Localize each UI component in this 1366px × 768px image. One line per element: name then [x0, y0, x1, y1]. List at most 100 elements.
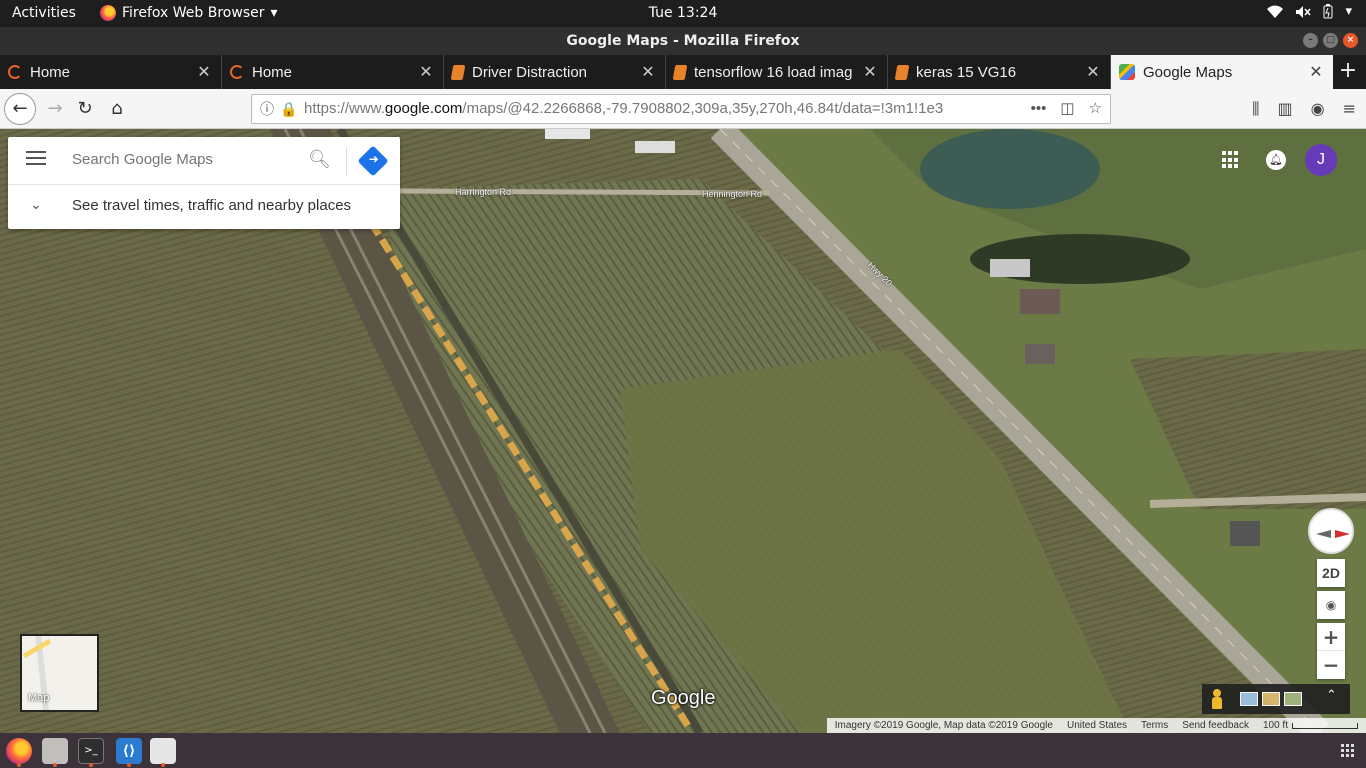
- url-path: /maps/@42.2266868,-79.7908802,309a,35y,2…: [462, 100, 944, 117]
- url-domain: google.com: [384, 100, 463, 117]
- files-dock-icon[interactable]: [42, 738, 68, 764]
- show-applications-icon[interactable]: [1341, 744, 1354, 757]
- search-icon[interactable]: 🔍︎: [308, 149, 331, 170]
- my-location-icon[interactable]: ◉: [1317, 591, 1345, 619]
- pocket-icon[interactable]: ◫: [1060, 95, 1074, 123]
- tab-close-icon[interactable]: ✕: [859, 62, 881, 82]
- pegman-icon[interactable]: [1212, 689, 1222, 709]
- imagery-attribution: Imagery ©2019 Google, Map data ©2019 Goo…: [834, 720, 1053, 731]
- dock: >_ ⟨⟩: [0, 733, 1366, 768]
- tab-label: tensorflow 16 load imag: [694, 63, 853, 81]
- tab-label: Google Maps: [1143, 63, 1233, 81]
- tab-home-1[interactable]: Home ✕: [0, 55, 222, 89]
- tab-close-icon[interactable]: ✕: [193, 62, 215, 82]
- tab-tensorflow[interactable]: tensorflow 16 load imag ✕: [666, 55, 888, 89]
- divider: [346, 147, 347, 175]
- zoom-out-button[interactable]: −: [1317, 651, 1345, 679]
- tab-driver-distraction[interactable]: Driver Distraction ✕: [444, 55, 666, 89]
- terminal-dock-icon[interactable]: >_: [78, 738, 104, 764]
- tab-keras[interactable]: keras 15 VG16 ✕: [888, 55, 1111, 89]
- url-prefix: https://www.: [304, 100, 385, 117]
- notebook-icon: [672, 64, 688, 80]
- firefox-dock-icon[interactable]: [6, 738, 32, 764]
- map-canvas[interactable]: Harrington Rd Hennington Rd Hwy 20 🔍︎ ➜ …: [0, 129, 1366, 733]
- account-icon[interactable]: ◉: [1311, 99, 1325, 119]
- hamburger-menu-icon[interactable]: ≡: [1343, 99, 1356, 119]
- travel-times-label: See travel times, traffic and nearby pla…: [72, 197, 352, 214]
- reload-button[interactable]: ↻: [70, 94, 100, 124]
- window-title: Google Maps - Mozilla Firefox: [566, 33, 800, 49]
- close-window-icon[interactable]: ×: [1343, 33, 1358, 48]
- bookmark-star-icon[interactable]: ☆: [1089, 95, 1102, 123]
- menu-icon[interactable]: [26, 151, 46, 167]
- back-button[interactable]: ←: [4, 93, 36, 125]
- loading-spinner-icon: [230, 65, 244, 79]
- search-input[interactable]: [72, 151, 292, 168]
- country-link[interactable]: United States: [1067, 720, 1127, 731]
- tab-label: Home: [30, 63, 71, 81]
- toggle-2d-button[interactable]: 2D: [1317, 559, 1345, 587]
- compass-icon[interactable]: [1308, 508, 1354, 554]
- road-label: Harrington Rd: [455, 187, 512, 197]
- forward-button[interactable]: →: [40, 94, 70, 124]
- activities-button[interactable]: Activities: [12, 5, 76, 21]
- maximize-icon[interactable]: □: [1323, 33, 1338, 48]
- tab-label: Driver Distraction: [472, 63, 588, 81]
- terms-link[interactable]: Terms: [1141, 720, 1168, 731]
- tab-label: Home: [252, 63, 293, 81]
- library-icon[interactable]: ⫼: [1252, 99, 1259, 119]
- image-viewer-dock-icon[interactable]: [150, 738, 176, 764]
- volume-muted-icon: [1296, 5, 1312, 18]
- layers-bar: ⌃: [1202, 684, 1350, 714]
- tab-close-icon[interactable]: ✕: [1305, 62, 1327, 82]
- sidebar-icon[interactable]: ▥: [1278, 99, 1293, 119]
- caret-down-icon: ▾: [270, 5, 278, 21]
- url-text[interactable]: https://www.google.com/maps/@42.2266868,…: [304, 95, 943, 123]
- tab-strip: Home ✕ Home ✕ Driver Distraction ✕ tenso…: [0, 55, 1366, 89]
- lock-icon[interactable]: 🔒: [280, 95, 297, 123]
- gnome-top-bar: Activities Firefox Web Browser ▾ Tue 13:…: [0, 0, 1366, 27]
- page-actions-icon[interactable]: •••: [1031, 95, 1047, 123]
- firefox-icon: [100, 5, 116, 21]
- system-tray[interactable]: ▾: [1267, 4, 1352, 19]
- map-toggle-label: Map: [28, 692, 50, 704]
- google-logo: Google: [651, 687, 716, 709]
- zoom-in-button[interactable]: +: [1317, 623, 1345, 651]
- navigation-toolbar: ← → ↻ ⌂ ⓘ 🔒 https://www.google.com/maps/…: [0, 89, 1366, 129]
- clock[interactable]: Tue 13:24: [649, 5, 718, 21]
- tab-close-icon[interactable]: ✕: [637, 62, 659, 82]
- wifi-icon: [1267, 5, 1284, 18]
- info-icon[interactable]: ⓘ: [260, 95, 274, 123]
- scale-bar[interactable]: 100 ft: [1263, 720, 1358, 731]
- app-menu[interactable]: Firefox Web Browser ▾: [100, 5, 278, 21]
- battery-icon: [1323, 4, 1333, 19]
- system-menu-caret-icon: ▾: [1345, 4, 1352, 19]
- home-button[interactable]: ⌂: [102, 94, 132, 124]
- tab-google-maps[interactable]: Google Maps ✕: [1111, 55, 1333, 89]
- zoom-controls: + −: [1317, 623, 1345, 679]
- send-feedback-link[interactable]: Send feedback: [1182, 720, 1249, 731]
- directions-icon[interactable]: ➜: [357, 145, 389, 177]
- new-tab-button[interactable]: +: [1336, 60, 1360, 84]
- vscode-dock-icon[interactable]: ⟨⟩: [116, 738, 142, 764]
- google-apps-icon[interactable]: [1222, 151, 1240, 169]
- search-panel: 🔍︎ ➜ ⌄ See travel times, traffic and nea…: [8, 137, 400, 229]
- url-bar[interactable]: ⓘ 🔒 https://www.google.com/maps/@42.2266…: [251, 94, 1111, 124]
- tab-home-2[interactable]: Home ✕: [222, 55, 444, 89]
- layer-thumbnail[interactable]: [1240, 692, 1258, 706]
- chevron-up-icon[interactable]: ⌃: [1326, 688, 1337, 703]
- tab-close-icon[interactable]: ✕: [1082, 62, 1104, 82]
- tab-close-icon[interactable]: ✕: [415, 62, 437, 82]
- account-avatar[interactable]: J: [1305, 144, 1337, 176]
- app-menu-label: Firefox Web Browser: [122, 5, 265, 21]
- notebook-icon: [894, 64, 910, 80]
- travel-times-row[interactable]: ⌄ See travel times, traffic and nearby p…: [8, 185, 400, 229]
- notifications-bell-icon[interactable]: 🔔︎: [1266, 150, 1286, 170]
- scale-label: 100 ft: [1262, 720, 1288, 731]
- map-view-toggle[interactable]: Map: [20, 634, 99, 712]
- layer-thumbnail[interactable]: [1262, 692, 1280, 706]
- layer-thumbnail[interactable]: [1284, 692, 1302, 706]
- map-footer: Imagery ©2019 Google, Map data ©2019 Goo…: [826, 718, 1366, 733]
- notebook-icon: [450, 64, 466, 80]
- minimize-icon[interactable]: –: [1303, 33, 1318, 48]
